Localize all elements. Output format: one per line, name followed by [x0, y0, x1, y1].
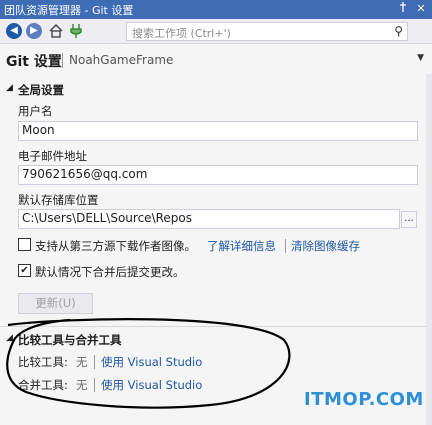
- annotation-oval: [6, 318, 291, 409]
- vertical-scrollbar[interactable]: [426, 74, 432, 425]
- watermark: ITMOP.COM: [304, 389, 424, 410]
